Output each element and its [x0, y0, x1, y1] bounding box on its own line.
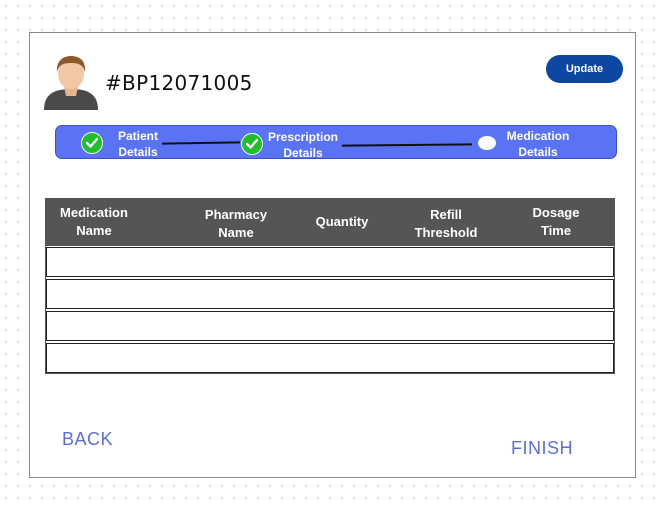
patient-id: #BP12071005	[105, 71, 253, 95]
finish-button[interactable]: FINISH	[511, 438, 573, 459]
table-row[interactable]	[46, 279, 614, 309]
back-button[interactable]: BACK	[62, 429, 113, 450]
step-complete-check-icon	[241, 133, 263, 155]
column-header: Quantity	[315, 214, 369, 229]
table-row[interactable]	[46, 311, 614, 341]
update-button[interactable]: Update	[546, 55, 623, 83]
step-label-prescription[interactable]: Prescription Details	[263, 129, 343, 161]
medication-table: Medication Name Pharmacy Name Quantity Ref…	[45, 198, 615, 374]
column-header: Pharmacy Name	[204, 207, 268, 240]
step-label-patient[interactable]: Patient Details	[112, 128, 164, 160]
step-label-medication[interactable]: Medication Details	[500, 128, 576, 160]
column-header: Dosage Time	[532, 205, 580, 238]
column-header: Medication Name	[60, 205, 128, 238]
user-avatar-icon	[42, 54, 100, 110]
step-current-dot-icon	[478, 136, 496, 150]
table-row[interactable]	[46, 247, 614, 277]
step-complete-check-icon	[81, 132, 103, 154]
table-row[interactable]	[46, 343, 614, 373]
medication-details-card: #BP12071005 Update Patient Details Prescr…	[29, 32, 636, 478]
step-connector	[341, 143, 473, 147]
column-header: Refill Threshold	[414, 207, 478, 240]
step-connector	[161, 141, 241, 145]
table-header: Medication Name Pharmacy Name Quantity Ref…	[46, 199, 614, 246]
progress-stepper: Patient Details Prescription Details Medic…	[55, 125, 617, 161]
